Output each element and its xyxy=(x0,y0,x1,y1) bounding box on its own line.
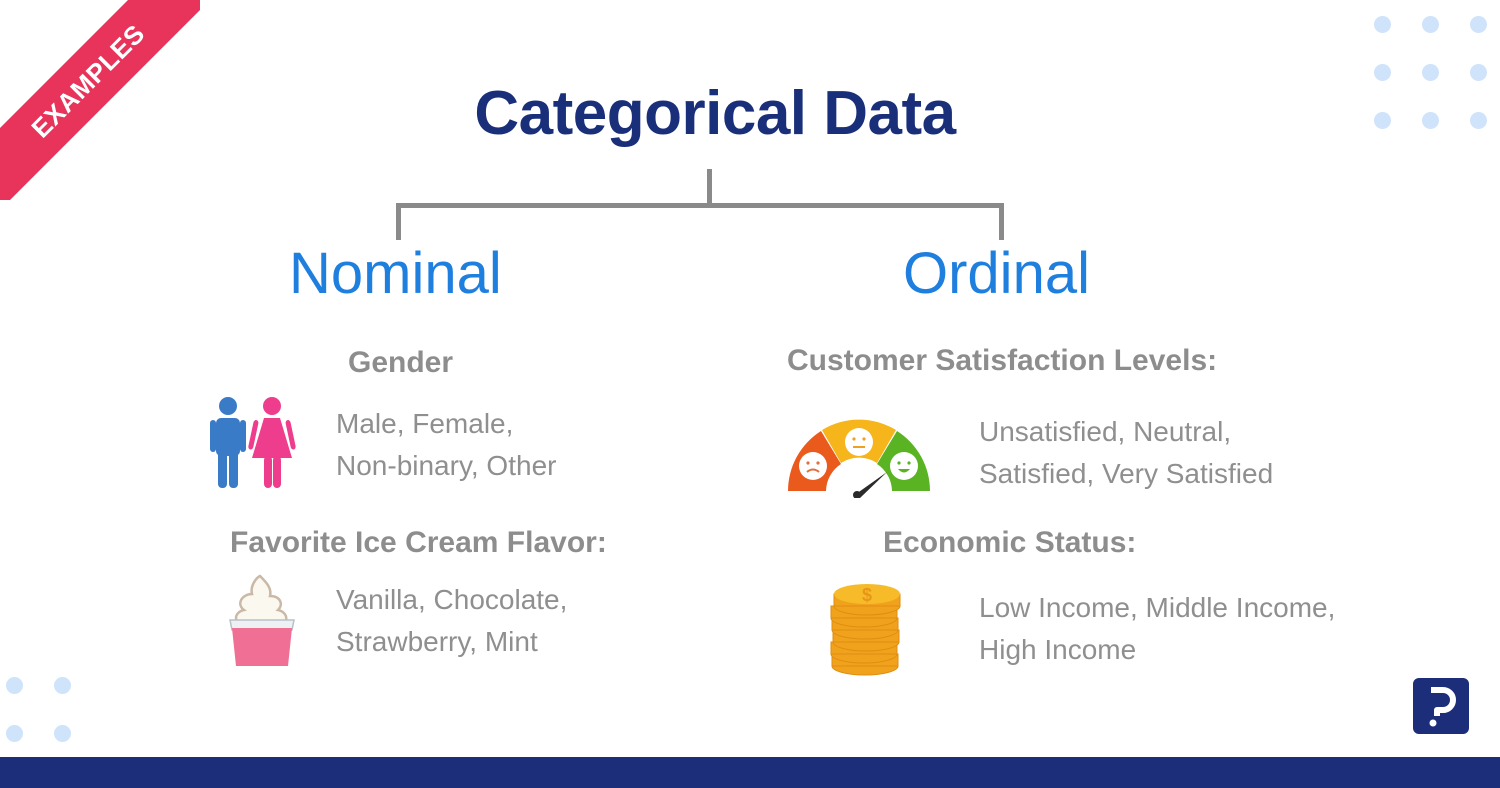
branch-ordinal: Ordinal xyxy=(903,241,1090,306)
example-heading-ice-cream: Favorite Ice Cream Flavor: xyxy=(230,526,607,559)
male-female-icon xyxy=(210,397,296,488)
brand-logo-icon xyxy=(1413,678,1469,734)
satisfaction-gauge-icon xyxy=(788,419,930,498)
svg-text:$: $ xyxy=(862,585,872,605)
ice-cream-icon xyxy=(229,574,295,666)
example-heading-gender: Gender xyxy=(348,346,454,379)
example-values-gender: Male, Female, Non-binary, Other xyxy=(336,408,557,481)
example-heading-economic: Economic Status: xyxy=(883,526,1137,559)
branch-nominal: Nominal xyxy=(289,241,502,306)
example-heading-satisfaction: Customer Satisfaction Levels: xyxy=(787,344,1218,377)
page-title: Categorical Data xyxy=(474,79,956,148)
footer-bar xyxy=(0,757,1500,788)
example-values-economic: Low Income, Middle Income, High Income xyxy=(979,592,1336,665)
example-values-satisfaction: Unsatisfied, Neutral, Satisfied, Very Sa… xyxy=(979,416,1274,489)
coin-stack-icon: $ xyxy=(830,584,901,676)
example-values-ice-cream: Vanilla, Chocolate, Strawberry, Mint xyxy=(336,584,568,657)
